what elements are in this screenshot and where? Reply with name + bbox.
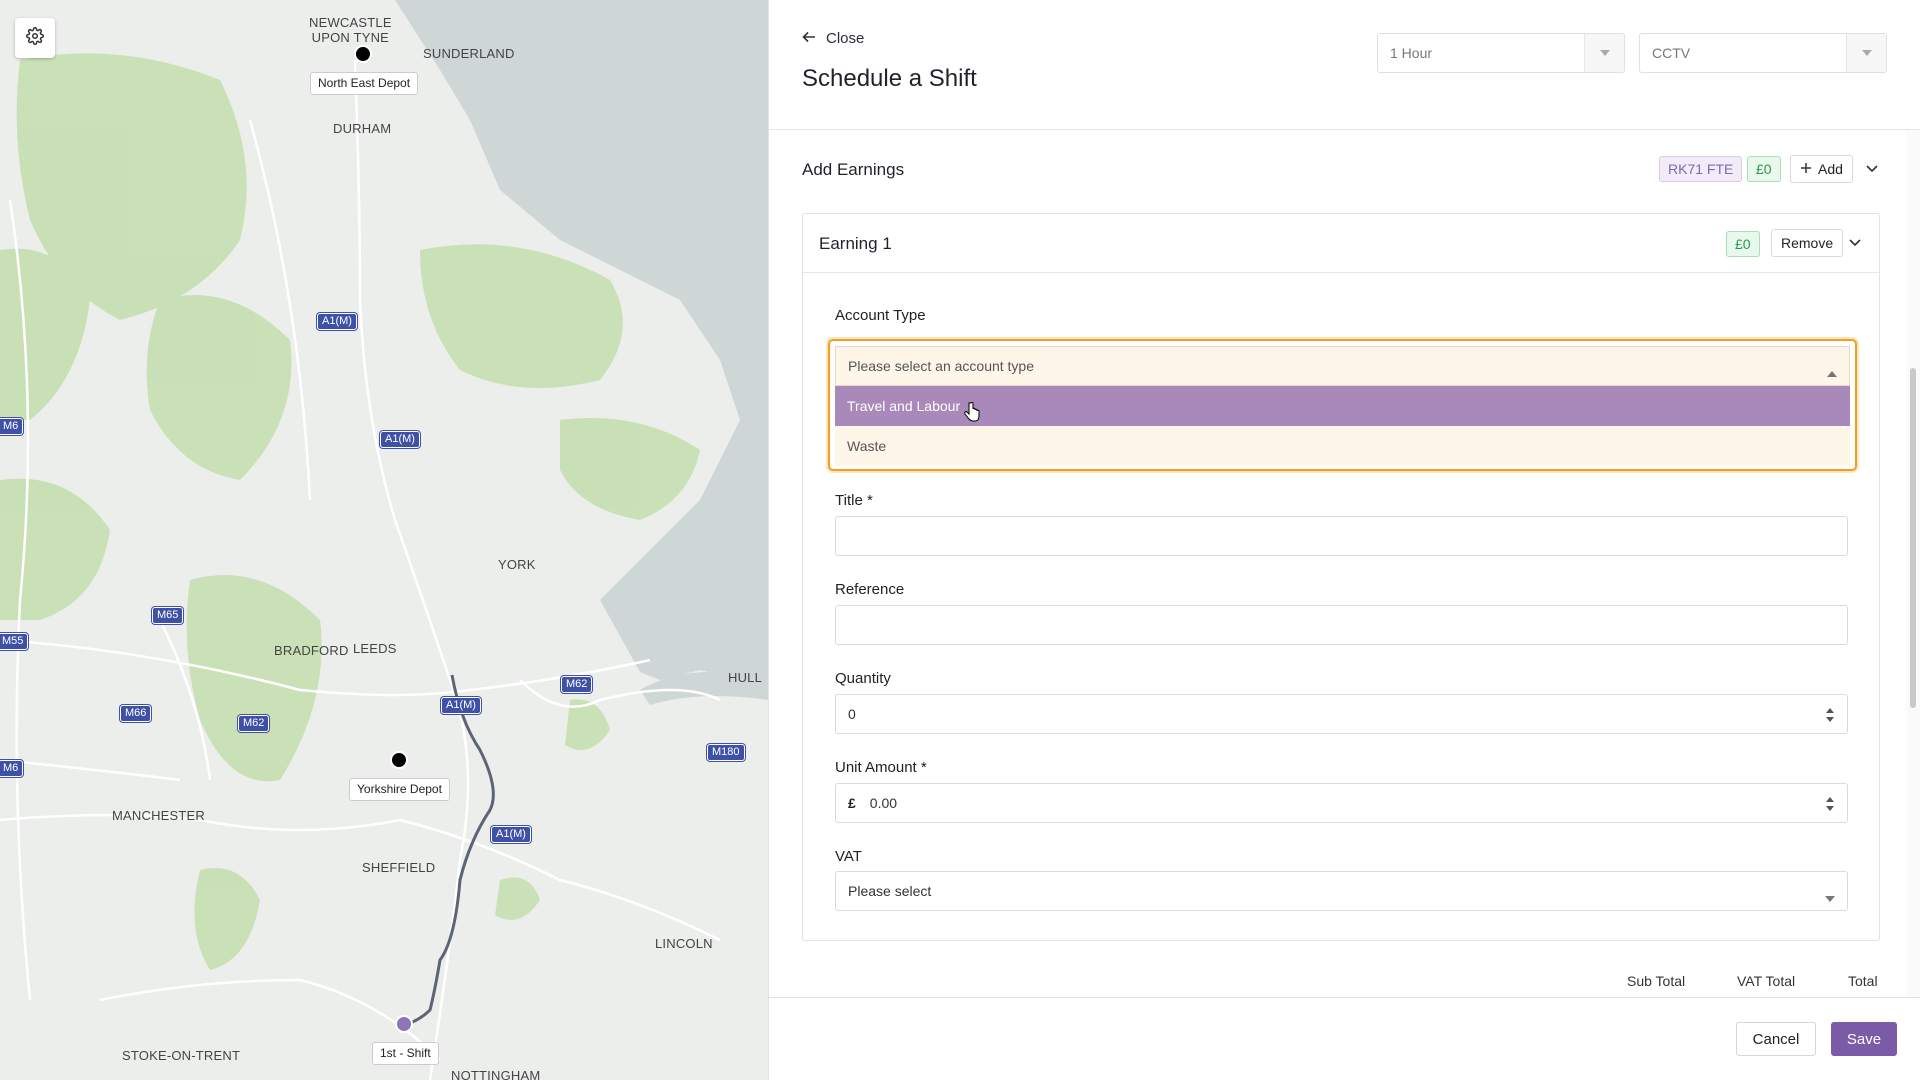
chevron-down-icon[interactable] (1847, 235, 1863, 251)
map-canvas (0, 0, 768, 1080)
quantity-stepper[interactable]: 0 (835, 694, 1848, 734)
scrollbar-thumb[interactable] (1910, 368, 1916, 708)
place-label: LINCOLN (655, 936, 713, 951)
arrow-left-icon (802, 30, 816, 47)
account-type-option[interactable]: Waste (835, 426, 1850, 466)
account-type-label: Account Type (835, 307, 926, 324)
close-button[interactable]: Close (802, 30, 864, 47)
depot-marker[interactable] (390, 751, 408, 769)
quantity-value: 0 (848, 706, 856, 722)
road-shield: M62 (561, 676, 593, 693)
road-shield: M6 (0, 418, 24, 435)
road-shield: M6 (0, 760, 24, 777)
earnings-total-badge: £0 (1747, 156, 1781, 182)
road-shield: A1(M) (491, 826, 531, 843)
road-shield: M62 (238, 715, 270, 732)
vat-field-label: VAT (835, 848, 862, 865)
total-label: Total (1848, 973, 1878, 989)
map-view[interactable]: NEWCASTLE UPON TYNE SUNDERLAND DURHAM YO… (0, 0, 768, 1080)
schedule-shift-panel: Close Schedule a Shift 1 Hour CCTV Add E… (768, 0, 1920, 1080)
title-field[interactable] (835, 516, 1848, 556)
road-shield: A1(M) (380, 431, 420, 448)
stepper-arrows-icon[interactable] (1825, 795, 1835, 813)
earning-card-header[interactable]: Earning 1 £0 Remove (803, 214, 1879, 273)
gear-icon (26, 26, 44, 50)
reference-field-label: Reference (835, 581, 905, 598)
place-label: DURHAM (333, 121, 392, 136)
account-type-option[interactable]: Travel and Labour (835, 386, 1850, 426)
road-shield: M180 (707, 744, 745, 761)
reference-field[interactable] (835, 605, 1848, 645)
duration-select-value: 1 Hour (1390, 45, 1433, 61)
depot-marker-label: North East Depot (310, 72, 419, 95)
chevron-down-icon (1846, 34, 1886, 72)
service-type-select[interactable]: CCTV (1639, 33, 1887, 73)
vat-total-label: VAT Total (1737, 973, 1796, 989)
place-label: BRADFORD (274, 643, 349, 658)
plus-icon (1800, 161, 1812, 177)
unit-amount-value: 0.00 (869, 795, 898, 811)
account-type-select[interactable]: Please select an account type Travel and… (828, 339, 1857, 471)
place-label: SUNDERLAND (423, 46, 515, 61)
shift-marker-label: 1st - Shift (372, 1042, 439, 1065)
earning-card-title: Earning 1 (819, 234, 892, 253)
vat-select-value: Please select (848, 883, 932, 899)
duration-select[interactable]: 1 Hour (1377, 33, 1625, 73)
vat-select[interactable]: Please select (835, 871, 1848, 911)
place-label: SHEFFIELD (362, 860, 436, 875)
place-label: NEWCASTLE UPON TYNE (309, 15, 392, 45)
earning-card: Earning 1 £0 Remove Account Type Please … (802, 213, 1880, 941)
place-label: LEEDS (353, 641, 397, 656)
panel-header: Close Schedule a Shift 1 Hour CCTV (769, 0, 1920, 130)
depot-marker-label: Yorkshire Depot (349, 778, 450, 801)
cancel-button[interactable]: Cancel (1736, 1022, 1816, 1056)
panel-scrollbar[interactable] (1906, 130, 1920, 997)
unit-amount-stepper[interactable]: £ 0.00 (835, 783, 1848, 823)
road-shield: M55 (0, 633, 29, 650)
place-label: YORK (498, 557, 536, 572)
add-earnings-title: Add Earnings (802, 160, 905, 179)
place-label: NOTTINGHAM (451, 1068, 541, 1080)
chevron-down-icon[interactable] (1864, 161, 1880, 177)
road-shield: A1(M) (441, 697, 481, 714)
shift-marker[interactable] (395, 1015, 413, 1033)
pointer-cursor-icon (964, 401, 980, 427)
unit-amount-field-label: Unit Amount * (835, 759, 927, 776)
panel-footer: Cancel Save (769, 997, 1920, 1080)
road-shield: A1(M) (317, 313, 357, 330)
page-title: Schedule a Shift (802, 65, 977, 92)
add-earning-label: Add (1818, 161, 1843, 177)
map-settings-button[interactable] (15, 18, 55, 58)
chevron-up-icon (1827, 364, 1837, 380)
panel-body[interactable]: Add Earnings RK71 FTE £0 Add Earning 1 £… (769, 130, 1920, 997)
remove-earning-button[interactable]: Remove (1771, 229, 1844, 257)
account-type-input[interactable]: Please select an account type (835, 346, 1850, 386)
account-type-placeholder: Please select an account type (848, 358, 1035, 374)
place-label: MANCHESTER (112, 808, 206, 823)
save-button[interactable]: Save (1831, 1022, 1897, 1056)
chevron-down-icon (1584, 34, 1624, 72)
add-earning-button[interactable]: Add (1790, 155, 1853, 183)
title-field-label: Title * (835, 492, 873, 509)
chevron-down-icon (1825, 889, 1835, 905)
road-shield: M66 (120, 705, 152, 722)
close-label: Close (826, 30, 865, 47)
road-shield: M65 (152, 607, 184, 624)
depot-marker[interactable] (354, 45, 372, 63)
earning-amount-badge: £0 (1726, 231, 1760, 257)
sub-total-label: Sub Total (1627, 973, 1686, 989)
place-label: HULL (728, 670, 763, 685)
stepper-arrows-icon[interactable] (1825, 706, 1835, 724)
quantity-field-label: Quantity (835, 670, 891, 687)
vehicle-badge: RK71 FTE (1659, 156, 1743, 182)
service-type-select-value: CCTV (1652, 45, 1691, 61)
currency-symbol: £ (848, 795, 856, 811)
place-label: STOKE-ON-TRENT (122, 1048, 241, 1063)
